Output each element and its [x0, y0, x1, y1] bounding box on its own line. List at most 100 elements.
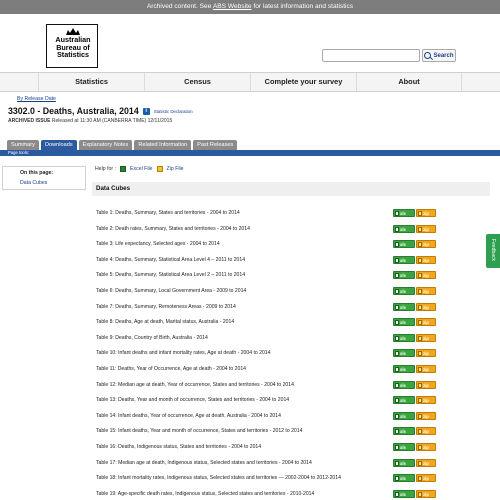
download-xls-button[interactable]: xls — [393, 225, 415, 233]
download-buttons: xls zip — [393, 349, 437, 357]
table-row: Table 7: Deaths, Summary, Remoteness Are… — [96, 303, 488, 312]
download-zip-button[interactable]: zip — [416, 443, 436, 451]
download-xls-button[interactable]: xls — [393, 381, 415, 389]
zip-icon — [418, 257, 422, 263]
table-row: Table 12: Median age at death, Year of o… — [96, 381, 488, 390]
excel-icon — [395, 335, 399, 341]
download-xls-button[interactable]: xls — [393, 287, 415, 295]
zip-icon — [418, 241, 422, 247]
zip-label: zip — [423, 397, 429, 403]
zip-label: zip — [423, 272, 429, 278]
zip-icon — [418, 428, 422, 434]
download-buttons: xls zip — [393, 412, 437, 420]
feedback-label: Feedback — [490, 239, 496, 261]
download-xls-button[interactable]: xls — [393, 490, 415, 498]
xls-label: xls — [400, 382, 406, 388]
download-zip-button[interactable]: zip — [416, 349, 436, 357]
zip-label: zip — [423, 210, 429, 216]
download-xls-button[interactable]: xls — [393, 474, 415, 482]
table-row: Table 13: Deaths, Year and month of occu… — [96, 396, 488, 405]
download-xls-button[interactable]: xls — [393, 412, 415, 420]
excel-icon — [395, 210, 399, 216]
excel-icon — [395, 444, 399, 450]
xls-label: xls — [400, 226, 406, 232]
download-xls-button[interactable]: xls — [393, 334, 415, 342]
download-xls-button[interactable]: xls — [393, 256, 415, 264]
download-xls-button[interactable]: xls — [393, 318, 415, 326]
table-row: Table 11: Deaths, Year of Occurrence, Ag… — [96, 365, 488, 374]
download-zip-button[interactable]: zip — [416, 474, 436, 482]
zip-label: zip — [423, 382, 429, 388]
download-zip-button[interactable]: zip — [416, 318, 436, 326]
download-buttons: xls zip — [393, 303, 437, 311]
download-zip-button[interactable]: zip — [416, 412, 436, 420]
download-zip-button[interactable]: zip — [416, 459, 436, 467]
download-zip-button[interactable]: zip — [416, 365, 436, 373]
download-zip-button[interactable]: zip — [416, 240, 436, 248]
download-buttons: xls zip — [393, 381, 437, 389]
zip-label: zip — [423, 491, 429, 497]
download-xls-button[interactable]: xls — [393, 303, 415, 311]
table-row: Table 14: Infant deaths, Year of occurre… — [96, 412, 488, 421]
download-zip-button[interactable]: zip — [416, 490, 436, 498]
zip-label: zip — [423, 257, 429, 263]
download-buttons: xls zip — [393, 334, 437, 342]
xls-label: xls — [400, 491, 406, 497]
xls-label: xls — [400, 350, 406, 356]
download-zip-button[interactable]: zip — [416, 209, 436, 217]
excel-icon — [395, 241, 399, 247]
zip-label: zip — [423, 428, 429, 434]
table-title: Table 15: Infant deaths, Year and month … — [96, 428, 303, 434]
download-xls-button[interactable]: xls — [393, 443, 415, 451]
download-zip-button[interactable]: zip — [416, 287, 436, 295]
download-zip-button[interactable]: zip — [416, 334, 436, 342]
download-zip-button[interactable]: zip — [416, 396, 436, 404]
download-buttons: xls zip — [393, 240, 437, 248]
download-buttons: xls zip — [393, 256, 437, 264]
download-zip-button[interactable]: zip — [416, 256, 436, 264]
download-xls-button[interactable]: xls — [393, 396, 415, 404]
download-buttons: xls zip — [393, 225, 437, 233]
excel-icon — [395, 272, 399, 278]
table-title: Table 5: Deaths, Summary, Statistical Ar… — [96, 272, 246, 278]
zip-icon — [418, 335, 422, 341]
xls-label: xls — [400, 397, 406, 403]
download-zip-button[interactable]: zip — [416, 303, 436, 311]
zip-icon — [418, 475, 422, 481]
download-xls-button[interactable]: xls — [393, 365, 415, 373]
download-xls-button[interactable]: xls — [393, 427, 415, 435]
zip-icon — [418, 226, 422, 232]
feedback-tab[interactable]: Feedback — [486, 234, 500, 268]
zip-label: zip — [423, 304, 429, 310]
download-xls-button[interactable]: xls — [393, 459, 415, 467]
download-zip-button[interactable]: zip — [416, 427, 436, 435]
zip-icon — [418, 382, 422, 388]
download-zip-button[interactable]: zip — [416, 381, 436, 389]
table-title: Table 4: Deaths, Summary, Statistical Ar… — [96, 257, 246, 263]
table-title: Table 9: Deaths, Country of Birth, Austr… — [96, 335, 208, 341]
table-title: Table 14: Infant deaths, Year of occurre… — [96, 413, 281, 419]
download-xls-button[interactable]: xls — [393, 209, 415, 217]
excel-icon — [395, 288, 399, 294]
download-xls-button[interactable]: xls — [393, 349, 415, 357]
xls-label: xls — [400, 288, 406, 294]
download-xls-button[interactable]: xls — [393, 240, 415, 248]
download-buttons: xls zip — [393, 459, 437, 467]
zip-label: zip — [423, 366, 429, 372]
download-zip-button[interactable]: zip — [416, 271, 436, 279]
table-row: Table 10: Infant deaths and infant morta… — [96, 349, 488, 358]
zip-label: zip — [423, 413, 429, 419]
zip-icon — [418, 460, 422, 466]
zip-label: zip — [423, 460, 429, 466]
table-row: Table 6: Deaths, Summary, Local Governme… — [96, 287, 488, 296]
xls-label: xls — [400, 257, 406, 263]
table-title: Table 16: Deaths, Indigenous status, Sta… — [96, 444, 262, 450]
xls-label: xls — [400, 428, 406, 434]
table-row: Table 17: Median age at death, Indigenou… — [96, 459, 488, 468]
excel-icon — [395, 428, 399, 434]
xls-label: xls — [400, 335, 406, 341]
download-zip-button[interactable]: zip — [416, 225, 436, 233]
download-buttons: xls zip — [393, 271, 437, 279]
zip-icon — [418, 288, 422, 294]
download-xls-button[interactable]: xls — [393, 271, 415, 279]
